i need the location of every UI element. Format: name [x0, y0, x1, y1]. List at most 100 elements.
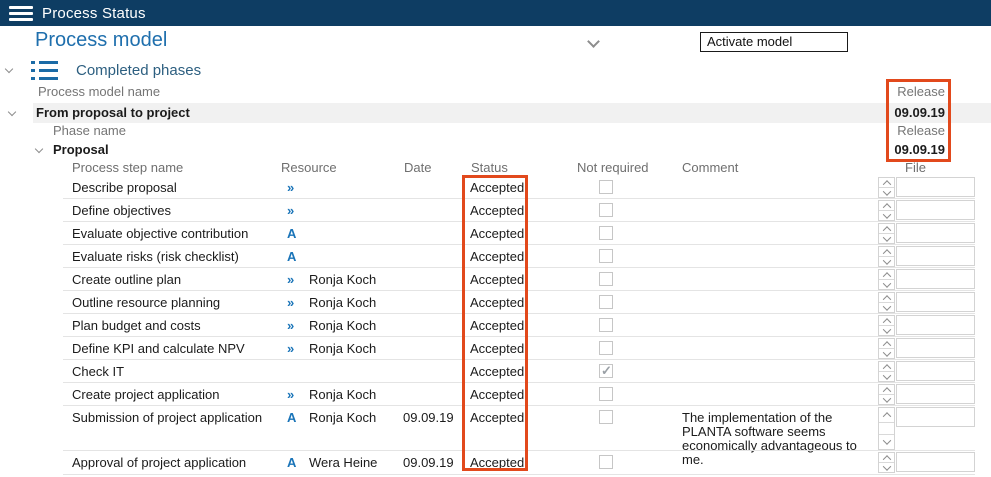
- file-stepper[interactable]: [878, 200, 895, 221]
- activate-model-button[interactable]: Activate model: [700, 32, 848, 52]
- process-step-name: Plan budget and costs: [72, 314, 201, 337]
- file-stepper[interactable]: [878, 361, 895, 382]
- process-step-name: Evaluate objective contribution: [72, 222, 248, 245]
- table-row[interactable]: Define KPI and calculate NPV » Ronja Koc…: [0, 337, 991, 360]
- table-row[interactable]: Plan budget and costs » Ronja Koch Accep…: [0, 314, 991, 337]
- section-collapse-chevron-icon[interactable]: [5, 65, 13, 73]
- page-title: Process model: [35, 29, 167, 52]
- table-row[interactable]: Define objectives » Accepted: [0, 199, 991, 222]
- not-required-checkbox[interactable]: [599, 387, 613, 401]
- stepper-down-icon[interactable]: [879, 395, 894, 404]
- stepper-down-icon[interactable]: [879, 257, 894, 266]
- file-input[interactable]: [896, 177, 975, 197]
- file-input[interactable]: [896, 292, 975, 312]
- stepper-down-icon[interactable]: [879, 211, 894, 220]
- status-value: Accepted: [470, 268, 524, 291]
- resource-name: Ronja Koch: [309, 291, 376, 314]
- header-date: Date: [404, 160, 431, 176]
- not-required-checkbox[interactable]: [599, 180, 613, 194]
- stepper-down-icon[interactable]: [879, 234, 894, 243]
- status-value: Accepted: [470, 199, 524, 222]
- stepper-down-icon[interactable]: [879, 303, 894, 312]
- not-required-checkbox[interactable]: [599, 364, 613, 378]
- status-value: Accepted: [470, 383, 524, 406]
- file-stepper[interactable]: [878, 223, 895, 244]
- resource-name: Ronja Koch: [309, 314, 376, 337]
- comment-text: [682, 337, 882, 342]
- not-required-checkbox[interactable]: [599, 318, 613, 332]
- file-stepper[interactable]: [878, 269, 895, 290]
- table-row[interactable]: Describe proposal » Accepted: [0, 176, 991, 199]
- file-input[interactable]: [896, 223, 975, 243]
- status-value: Accepted: [470, 337, 524, 360]
- process-step-name: Approval of project application: [72, 451, 246, 474]
- phase-collapse-chevron-icon[interactable]: [35, 145, 43, 153]
- file-stepper[interactable]: [878, 292, 895, 313]
- stepper-down-icon[interactable]: [879, 463, 894, 472]
- table-row[interactable]: Evaluate objective contribution A Accept…: [0, 222, 991, 245]
- file-input[interactable]: [896, 315, 975, 335]
- file-stepper[interactable]: [878, 384, 895, 405]
- file-stepper[interactable]: [878, 315, 895, 336]
- not-required-checkbox[interactable]: [599, 272, 613, 286]
- phase-release-date: 09.09.19: [889, 142, 947, 158]
- process-step-name: Evaluate risks (risk checklist): [72, 245, 239, 268]
- section-title: Completed phases: [76, 62, 201, 79]
- table-row[interactable]: Evaluate risks (risk checklist) A Accept…: [0, 245, 991, 268]
- stepper-down-icon[interactable]: [879, 349, 894, 358]
- chevron-down-icon[interactable]: [587, 35, 600, 48]
- stepper-up-icon[interactable]: [879, 408, 894, 423]
- not-required-checkbox[interactable]: [599, 249, 613, 263]
- file-input[interactable]: [896, 269, 975, 289]
- file-stepper[interactable]: [878, 338, 895, 359]
- resource-type-symbol: »: [287, 337, 303, 360]
- file-input[interactable]: [896, 452, 975, 472]
- file-stepper[interactable]: [878, 246, 895, 267]
- stepper-down-icon[interactable]: [879, 372, 894, 381]
- resource-type-symbol: »: [287, 383, 303, 406]
- status-value: Accepted: [470, 314, 524, 337]
- file-input[interactable]: [896, 407, 975, 427]
- process-status-window: Process Status Process model Activate mo…: [0, 0, 991, 477]
- resource-name: Ronja Koch: [309, 406, 376, 429]
- resource-type-symbol: »: [287, 314, 303, 337]
- comment-text: [682, 176, 882, 181]
- header-status: Status: [471, 160, 508, 176]
- stepper-down-icon[interactable]: [879, 280, 894, 289]
- process-model-name: From proposal to project: [36, 105, 190, 120]
- table-row[interactable]: Approval of project application A Wera H…: [0, 451, 991, 475]
- stepper-down-icon[interactable]: [879, 188, 894, 197]
- top-bar: Process Status: [0, 0, 991, 26]
- not-required-checkbox[interactable]: [599, 455, 613, 469]
- resource-type-symbol: »: [287, 268, 303, 291]
- file-input[interactable]: [896, 246, 975, 266]
- table-row[interactable]: Submission of project application A Ronj…: [0, 406, 991, 451]
- resource-type-symbol: A: [287, 245, 303, 268]
- file-input[interactable]: [896, 200, 975, 220]
- status-value: Accepted: [470, 360, 524, 383]
- model-collapse-chevron-icon[interactable]: [8, 108, 16, 116]
- file-stepper[interactable]: [878, 452, 895, 473]
- table-row[interactable]: Create project application » Ronja Koch …: [0, 383, 991, 406]
- stepper-down-icon[interactable]: [879, 434, 894, 449]
- comment-text: [682, 268, 882, 273]
- table-row[interactable]: Outline resource planning » Ronja Koch A…: [0, 291, 991, 314]
- file-input[interactable]: [896, 384, 975, 404]
- stepper-down-icon[interactable]: [879, 326, 894, 335]
- not-required-checkbox[interactable]: [599, 226, 613, 240]
- file-stepper[interactable]: [878, 407, 895, 450]
- status-value: Accepted: [470, 222, 524, 245]
- header-not-required: Not required: [577, 160, 649, 176]
- not-required-checkbox[interactable]: [599, 295, 613, 309]
- resource-type-symbol: »: [287, 176, 303, 199]
- file-input[interactable]: [896, 361, 975, 381]
- file-input[interactable]: [896, 338, 975, 358]
- not-required-checkbox[interactable]: [599, 341, 613, 355]
- file-stepper[interactable]: [878, 177, 895, 198]
- table-row[interactable]: Check IT Accepted: [0, 360, 991, 383]
- not-required-checkbox[interactable]: [599, 410, 613, 424]
- app-title: Process Status: [42, 5, 146, 22]
- menu-icon[interactable]: [9, 6, 33, 21]
- table-row[interactable]: Create outline plan » Ronja Koch Accepte…: [0, 268, 991, 291]
- not-required-checkbox[interactable]: [599, 203, 613, 217]
